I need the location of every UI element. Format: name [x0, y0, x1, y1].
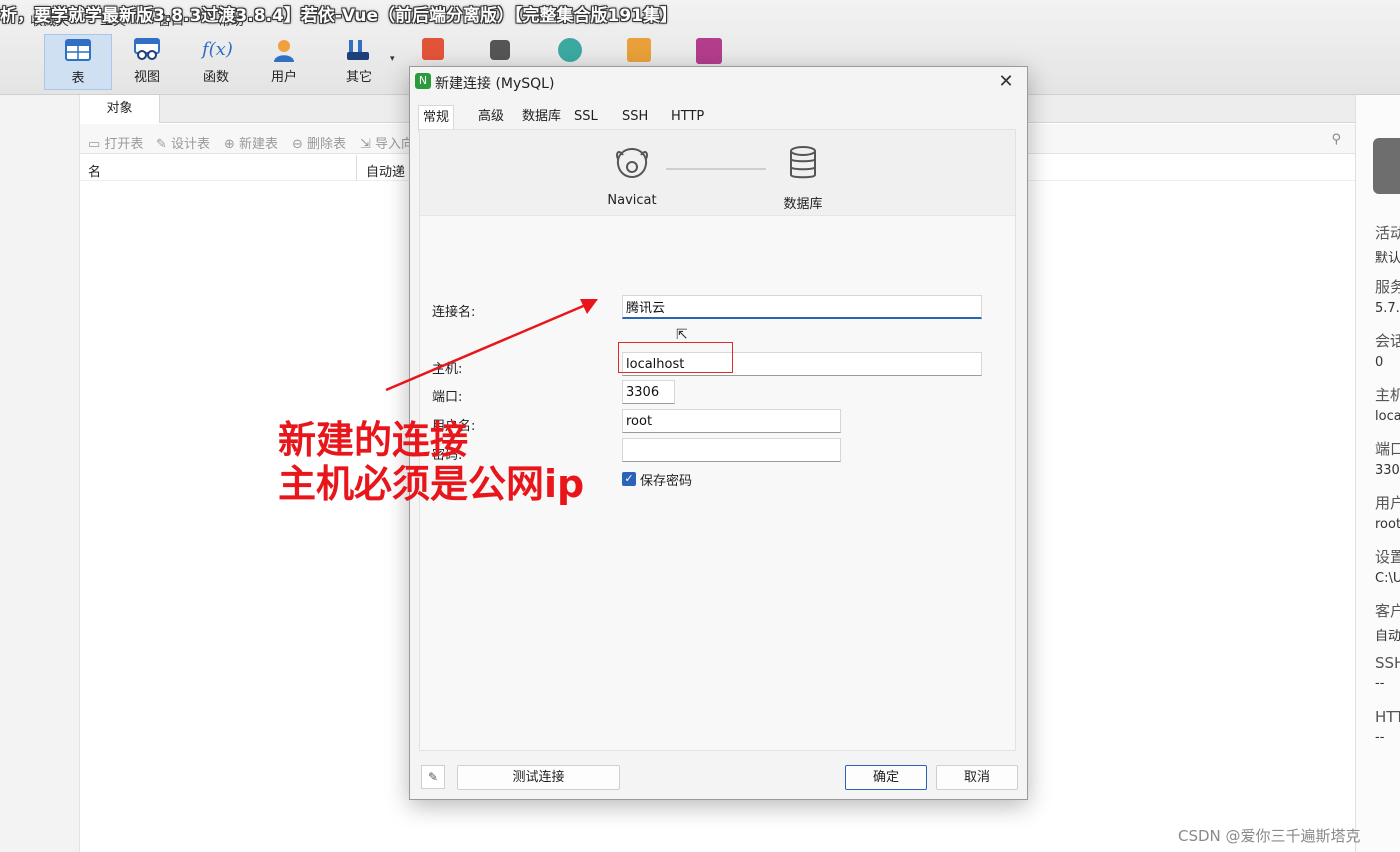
navigation-pane: [0, 95, 80, 852]
dialog-tabs: 常规 高级 数据库 SSL SSH HTTP: [418, 105, 1018, 131]
port-field[interactable]: [622, 380, 675, 404]
toolbar-view-button[interactable]: 视图: [113, 34, 181, 90]
info-panel: 活动默认 服务5.7.3 会话0 主机loca 端口3306 用户root 设置…: [1355, 95, 1400, 852]
csdn-watermark: CSDN @爱你三千遍斯塔克: [1178, 827, 1361, 845]
toolbar-other-button[interactable]: 其它: [325, 34, 393, 90]
info-server: 服务5.7.3: [1375, 278, 1400, 316]
ok-button[interactable]: 确定: [845, 765, 927, 790]
info-active: 活动默认: [1375, 224, 1400, 266]
info-ssh: SSH--: [1375, 654, 1400, 691]
new-table-button[interactable]: ⊕ 新建表: [224, 133, 278, 152]
annotation-line-2: 主机必须是公网ip: [278, 462, 585, 506]
chart-icon[interactable]: [696, 38, 722, 64]
toolbar-other-label: 其它: [345, 70, 372, 85]
view-icon: [133, 38, 161, 62]
tab-general[interactable]: 常规: [418, 105, 455, 131]
import-wizard-button[interactable]: ⇲ 导入向: [360, 133, 414, 152]
chevron-down-icon[interactable]: ▾: [390, 54, 395, 64]
query-icon[interactable]: [422, 38, 444, 60]
navicat-logo-icon: [612, 145, 652, 181]
annotation-text: 新建的连接 主机必须是公网ip: [278, 418, 584, 506]
design-table-button[interactable]: ✎ 设计表: [156, 133, 210, 152]
toolbar-table-button[interactable]: 表: [44, 34, 112, 90]
toolbar-function-button[interactable]: f(x) 函数: [182, 34, 250, 90]
host-highlight-box: [618, 342, 733, 373]
toolbar-view-label: 视图: [133, 70, 160, 85]
dialog-title: 新建连接 (MySQL): [435, 76, 555, 92]
password-field[interactable]: [622, 438, 841, 462]
column-auto-increment[interactable]: 自动递: [366, 161, 405, 180]
info-session: 会话0: [1375, 332, 1400, 370]
cancel-button[interactable]: 取消: [936, 765, 1018, 790]
database-label: 数据库: [783, 197, 823, 212]
annotation-line-1: 新建的连接: [278, 418, 469, 462]
connection-line: [666, 168, 766, 170]
info-port: 端口3306: [1375, 440, 1400, 478]
connection-diagram: Navicat 数据库: [420, 130, 1015, 216]
annotation-arrow-icon: [385, 299, 598, 392]
info-user: 用户root: [1375, 494, 1400, 532]
info-settings: 设置C:\U: [1375, 548, 1400, 586]
function-icon: f(x): [202, 39, 233, 60]
tab-databases[interactable]: 数据库: [518, 105, 565, 129]
open-table-button[interactable]: ▭ 打开表: [88, 133, 143, 152]
tab-ssl[interactable]: SSL: [570, 105, 602, 129]
database-icon: [785, 145, 821, 181]
mouse-cursor-icon: ⇱: [676, 327, 688, 343]
user-icon: [270, 38, 298, 62]
dialog-titlebar[interactable]: N 新建连接 (MySQL) ✕: [410, 67, 1027, 97]
tools-icon: [345, 38, 373, 62]
info-http: HTT--: [1375, 708, 1400, 745]
automation-icon[interactable]: [558, 38, 582, 62]
column-name[interactable]: 名: [88, 161, 101, 180]
delete-table-button[interactable]: ⊖ 删除表: [292, 133, 346, 152]
search-icon[interactable]: ⚲: [1331, 132, 1341, 147]
save-password-label[interactable]: 保存密码: [640, 470, 692, 489]
toolbar-user-button[interactable]: 用户: [250, 34, 318, 90]
tab-http[interactable]: HTTP: [667, 105, 708, 129]
backup-icon[interactable]: [490, 40, 510, 60]
column-divider[interactable]: [356, 155, 357, 181]
username-field[interactable]: [622, 409, 841, 433]
connection-name-field[interactable]: [622, 295, 982, 319]
table-icon: [64, 39, 92, 63]
toolbar-function-label: 函数: [202, 70, 229, 85]
mysql-logo-icon: [1373, 138, 1400, 194]
navicat-app-icon: N: [415, 73, 431, 89]
info-client: 客户自动: [1375, 602, 1400, 644]
model-icon[interactable]: [627, 38, 651, 62]
close-icon[interactable]: ✕: [993, 69, 1019, 95]
info-host: 主机loca: [1375, 386, 1400, 424]
toolbar-table-label: 表: [71, 71, 85, 86]
toolbar-user-label: 用户: [270, 70, 297, 85]
connection-properties-icon[interactable]: ✎: [421, 765, 445, 789]
navicat-label: Navicat: [607, 193, 657, 208]
tab-objects[interactable]: 对象: [80, 95, 160, 123]
save-password-checkbox[interactable]: ✓: [622, 472, 636, 486]
tab-advanced[interactable]: 高级: [474, 105, 508, 129]
tab-ssh[interactable]: SSH: [618, 105, 652, 129]
video-title-overlay: 析，要学就学最新版3.8.3过渡3.8.4】若依-Vue（前后端分离版）【完整集…: [0, 6, 678, 26]
test-connection-button[interactable]: 测试连接: [457, 765, 620, 790]
